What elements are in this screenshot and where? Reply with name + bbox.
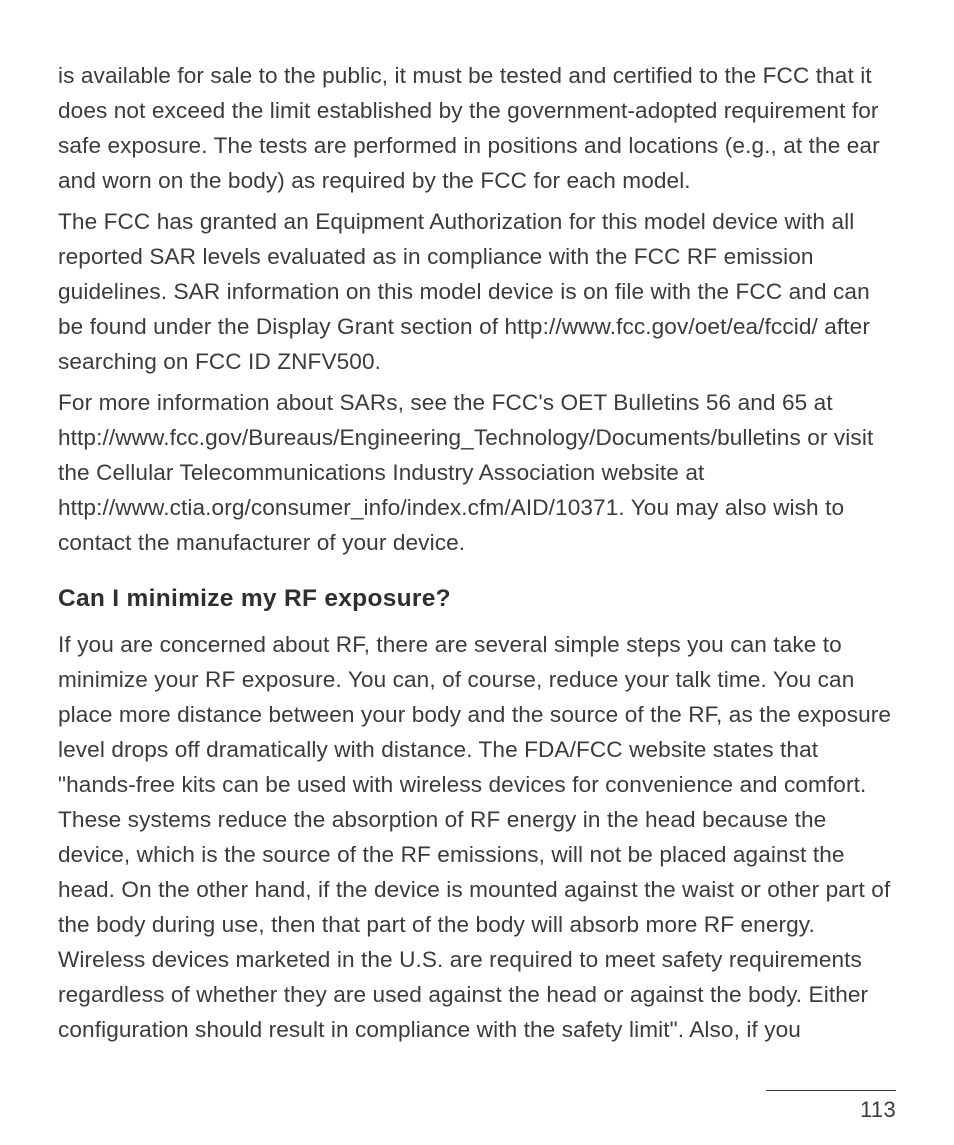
page-footer: 113 [58,1090,896,1123]
paragraph-3: For more information about SARs, see the… [58,385,896,560]
page-number: 113 [58,1097,896,1123]
paragraph-4: If you are concerned about RF, there are… [58,627,896,1047]
document-page: is available for sale to the public, it … [0,0,954,1145]
footer-divider [766,1090,896,1091]
paragraph-1: is available for sale to the public, it … [58,58,896,198]
paragraph-2: The FCC has granted an Equipment Authori… [58,204,896,379]
section-heading: Can I minimize my RF exposure? [58,582,896,616]
